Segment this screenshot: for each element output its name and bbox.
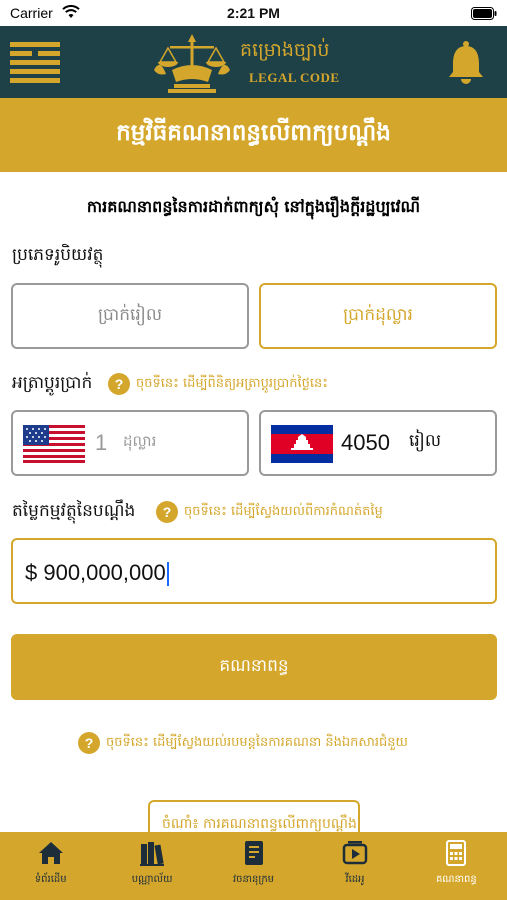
page-subtitle: ការគណនាពន្ធនៃការដាក់ពាក្យសុំ នៅក្នុងរឿងក… bbox=[86, 197, 421, 216]
usd-unit: ដុល្លារ bbox=[123, 432, 157, 450]
page-title: កម្មវិធីគណនាពន្ធលើពាក្យបណ្តឹង bbox=[116, 119, 391, 146]
exchange-rate-label: អត្រាប្តូរប្រាក់ bbox=[12, 373, 93, 393]
usd-rate-field[interactable]: 1 ដុល្លារ bbox=[11, 410, 249, 476]
help-icon: ? bbox=[78, 732, 100, 754]
claim-value-help-text: ចុចទីនេះ ដើម្បីស្វែងយល់ពីការកំណត់តម្លៃ bbox=[184, 503, 383, 519]
formula-help[interactable]: ? ចុចទីនេះ ដើម្បីស្វែងយល់របមន្តនៃការគណនា… bbox=[78, 732, 408, 754]
claim-value-label: តម្លៃកម្មវត្ថុនៃបណ្តឹង bbox=[12, 501, 136, 521]
nav-library[interactable]: បណ្ណាល័យ bbox=[101, 832, 202, 900]
usd-amount: 1 bbox=[95, 430, 108, 455]
home-icon bbox=[38, 842, 63, 864]
nav-home[interactable]: ទំព័រដើម bbox=[0, 832, 101, 900]
calculate-button[interactable]: គណនាពន្ធ bbox=[11, 634, 497, 700]
calculator-icon bbox=[446, 840, 467, 866]
help-icon: ? bbox=[156, 501, 178, 523]
khr-amount: 4050 bbox=[341, 430, 390, 455]
page-banner: កម្មវិធីគណនាពន្ធលើពាក្យបណ្តឹង bbox=[0, 98, 507, 172]
cambodia-flag-icon bbox=[271, 425, 333, 463]
menu-icon[interactable] bbox=[10, 42, 60, 84]
help-icon: ? bbox=[108, 373, 130, 395]
claim-value-input[interactable]: $ 900,000,000 bbox=[11, 538, 497, 604]
nav-home-label: ទំព័រដើម bbox=[34, 874, 67, 885]
nav-dictionary[interactable]: វចនានុក្រម bbox=[203, 832, 304, 900]
nav-video[interactable]: វីដេអូ bbox=[304, 832, 405, 900]
exchange-rate-help-text: ចុចទីនេះ ដើម្បីពិនិត្យអត្រាប្តូរប្រាក់ថ្… bbox=[136, 375, 328, 391]
logo-title: គម្រោងច្បាប់ bbox=[240, 39, 330, 61]
library-icon bbox=[140, 842, 165, 866]
notification-bell-icon[interactable] bbox=[447, 40, 485, 84]
app-header: គម្រោងច្បាប់ LEGAL CODE bbox=[0, 26, 507, 98]
nav-dictionary-label: វចនានុក្រម bbox=[232, 874, 275, 885]
us-flag-icon bbox=[23, 425, 85, 463]
formula-help-text: ចុចទីនេះ ដើម្បីស្វែងយល់របមន្តនៃការគណនា ន… bbox=[106, 734, 408, 750]
clock: 2:21 PM bbox=[227, 5, 280, 21]
khr-rate-field[interactable]: 4050 រៀល bbox=[259, 410, 497, 476]
nav-video-label: វីដេអូ bbox=[345, 874, 365, 885]
legal-emblem-icon bbox=[154, 34, 230, 93]
claim-value-help[interactable]: ? ចុចទីនេះ ដើម្បីស្វែងយល់ពីការកំណត់តម្លៃ bbox=[156, 501, 383, 523]
nav-calculator[interactable]: គណនាពន្ធ bbox=[406, 832, 507, 900]
battery-icon bbox=[471, 7, 497, 20]
riel-currency-button[interactable]: ប្រាក់រៀល bbox=[11, 283, 249, 349]
claim-value-text: $ 900,000,000 bbox=[25, 560, 169, 587]
dollar-currency-button[interactable]: ប្រាក់ដុល្លារ bbox=[259, 283, 497, 349]
video-icon bbox=[342, 841, 368, 865]
status-bar: Carrier 2:21 PM bbox=[0, 0, 507, 26]
logo-subtitle: LEGAL CODE bbox=[249, 70, 340, 85]
nav-library-label: បណ្ណាល័យ bbox=[131, 874, 173, 885]
nav-calculator-label: គណនាពន្ធ bbox=[435, 874, 477, 885]
dictionary-icon bbox=[244, 841, 263, 865]
currency-type-label: ប្រភេទរូបិយវត្ថុ bbox=[12, 245, 104, 265]
text-caret bbox=[166, 562, 169, 587]
exchange-rate-help[interactable]: ? ចុចទីនេះ ដើម្បីពិនិត្យអត្រាប្តូរប្រាក់… bbox=[108, 373, 328, 395]
bottom-navigation: ទំព័រដើម បណ្ណាល័យ វចនានុក្រម វីដេអូ គណនា… bbox=[0, 832, 507, 900]
khr-unit: រៀល bbox=[409, 431, 442, 451]
